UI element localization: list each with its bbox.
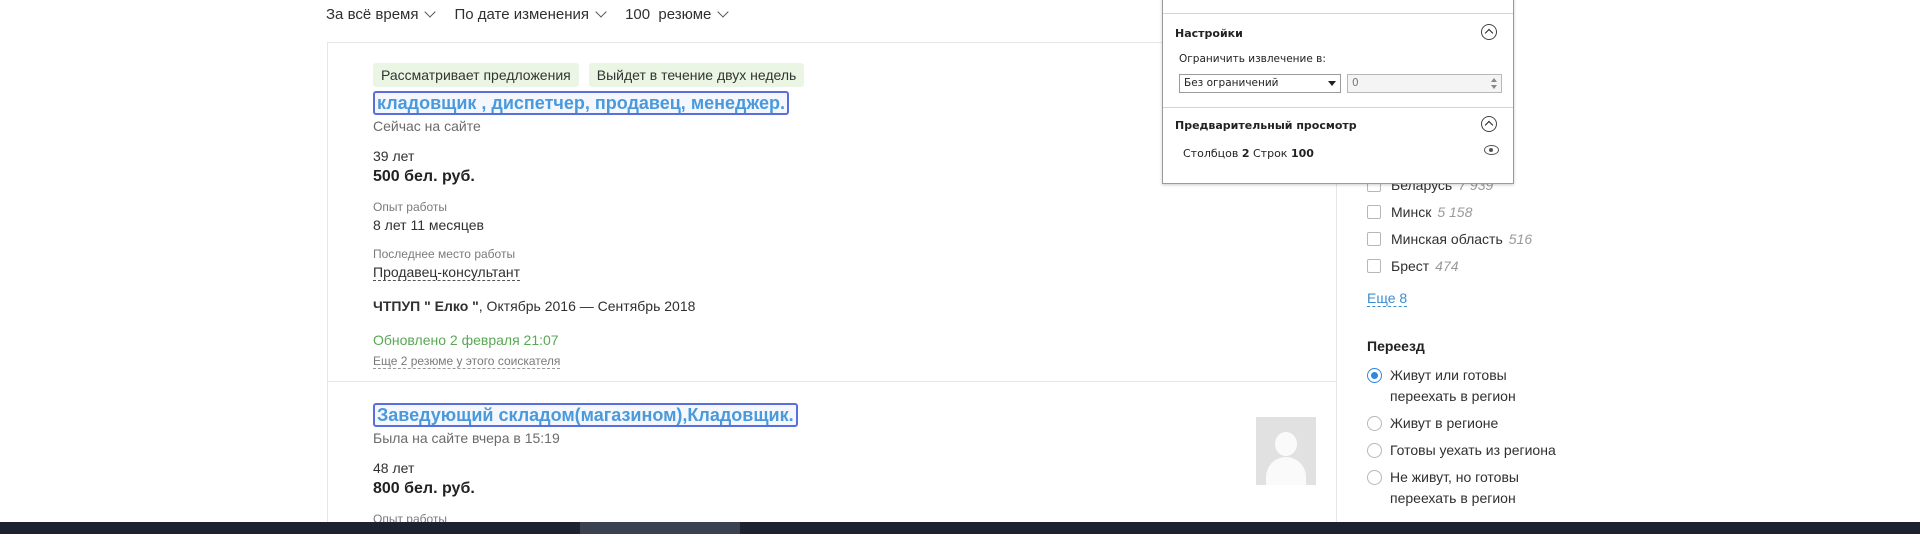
relocation-option-label: Живут в регионе [1390, 415, 1499, 431]
relocation-option[interactable]: Готовы уехать из региона [1367, 440, 1556, 461]
radio-selected-icon[interactable] [1367, 368, 1382, 383]
company-name: ЧТПУП " Елко " [373, 298, 479, 314]
chevron-down-icon [595, 5, 607, 18]
sort-filter-label: По дате изменения [454, 5, 590, 23]
checkbox-icon[interactable] [1367, 259, 1381, 273]
experience-label: Опыт работы [373, 200, 448, 214]
relocation-option[interactable]: Не живут, но готовы переехать в регион [1367, 467, 1519, 509]
region-name: Минск [1391, 204, 1432, 220]
page-size-filter-label: 100 резюме [625, 5, 712, 23]
extraction-settings-panel: Настройки Ограничить извлечение в: Без о… [1162, 0, 1514, 184]
region-name: Минская область [1391, 231, 1503, 247]
eye-icon[interactable] [1484, 145, 1499, 155]
region-count: 474 [1435, 258, 1459, 274]
limit-select[interactable]: Без ограничений [1179, 74, 1341, 93]
region-name: Брест [1391, 258, 1430, 274]
last-job-label: Последнее место работы [373, 247, 516, 261]
radio-icon[interactable] [1367, 416, 1382, 431]
resume-card: Заведующий складом(магазином),Кладовщик.… [373, 399, 1336, 526]
taskbar-active-item[interactable] [580, 522, 740, 534]
more-resumes-link[interactable]: Еще 2 резюме у этого соискателя [373, 354, 561, 369]
candidate-salary: 800 бел. руб. [373, 480, 475, 497]
relocation-option[interactable]: Живут в регионе [1367, 413, 1498, 434]
relocation-title: Переезд [1367, 338, 1425, 354]
relocation-option-label: Не живут, но готовы переехать в регион [1390, 469, 1519, 506]
collapse-up-icon[interactable] [1481, 116, 1497, 132]
chevron-down-icon [717, 5, 730, 18]
checkbox-icon[interactable] [1367, 232, 1381, 246]
region-count: 516 [1508, 231, 1533, 247]
divider [1163, 13, 1513, 14]
columns-value: 2 [1241, 147, 1250, 160]
sort-filter[interactable]: По дате изменения [454, 4, 607, 24]
avatar-placeholder-icon[interactable] [1256, 417, 1316, 485]
last-position-link[interactable]: Продавец-консультант [373, 264, 521, 281]
relocation-option-label: Живут или готовы переехать в регион [1390, 367, 1516, 404]
job-period: , Октябрь 2016 — Сентябрь 2018 [478, 298, 696, 314]
limit-label: Ограничить извлечение в: [1179, 53, 1326, 65]
radio-icon[interactable] [1367, 443, 1382, 458]
updated-timestamp: Обновлено 2 февраля 21:07 [373, 332, 559, 348]
candidate-age: 48 лет [373, 460, 415, 476]
rows-value: 100 [1290, 147, 1314, 160]
spinner-down-icon[interactable] [1491, 85, 1497, 89]
divider [328, 381, 1336, 382]
taskbar [0, 522, 1920, 534]
dropdown-arrow-icon [1328, 81, 1336, 86]
region-checkbox-minsk-oblast[interactable]: Минская область 516 [1367, 231, 1532, 247]
status-tag: Рассматривает предложения [373, 63, 579, 87]
limit-value: 0 [1352, 77, 1359, 89]
spinner-up-icon[interactable] [1491, 78, 1497, 82]
relocation-option-label: Готовы уехать из региона [1390, 442, 1556, 458]
limit-select-value: Без ограничений [1184, 77, 1279, 89]
collapse-up-icon[interactable] [1481, 24, 1497, 40]
region-checkbox-minsk[interactable]: Минск 5 158 [1367, 204, 1472, 220]
avatar-body [1266, 457, 1306, 485]
period-filter[interactable]: За всё время [326, 4, 437, 24]
settings-title: Настройки [1175, 27, 1243, 40]
relocation-option[interactable]: Живут или готовы переехать в регион [1367, 365, 1516, 407]
status-tag: Выйдет в течение двух недель [588, 63, 805, 87]
show-more-regions-link[interactable]: Еще 8 [1367, 290, 1408, 307]
limit-value-stepper[interactable]: 0 [1347, 74, 1502, 93]
company-line: ЧТПУП " Елко ", Октябрь 2016 — Сентябрь … [373, 298, 1336, 314]
page-size-filter[interactable]: 100 резюме [625, 4, 730, 24]
period-filter-label: За всё время [326, 5, 419, 23]
preview-stats: Столбцов 2 Строк 100 [1183, 147, 1314, 160]
radio-icon[interactable] [1367, 470, 1382, 485]
resume-title-link[interactable]: кладовщик , диспетчер, продавец, менедже… [373, 91, 789, 115]
resume-title-link[interactable]: Заведующий складом(магазином),Кладовщик. [373, 403, 798, 427]
checkbox-icon[interactable] [1367, 205, 1381, 219]
filters-bar: За всё время По дате изменения 100 резюм… [326, 4, 730, 24]
divider [1163, 107, 1513, 108]
region-count: 5 158 [1437, 204, 1473, 220]
chevron-down-icon [424, 5, 437, 18]
rows-label: Строк [1253, 147, 1288, 160]
region-checkbox-brest[interactable]: Брест 474 [1367, 258, 1459, 274]
online-status: Была на сайте вчера в 15:19 [373, 430, 560, 446]
avatar-head [1275, 432, 1297, 456]
experience-value: 8 лет 11 месяцев [373, 217, 484, 233]
preview-title: Предварительный просмотр [1175, 119, 1357, 132]
columns-label: Столбцов [1183, 147, 1239, 160]
